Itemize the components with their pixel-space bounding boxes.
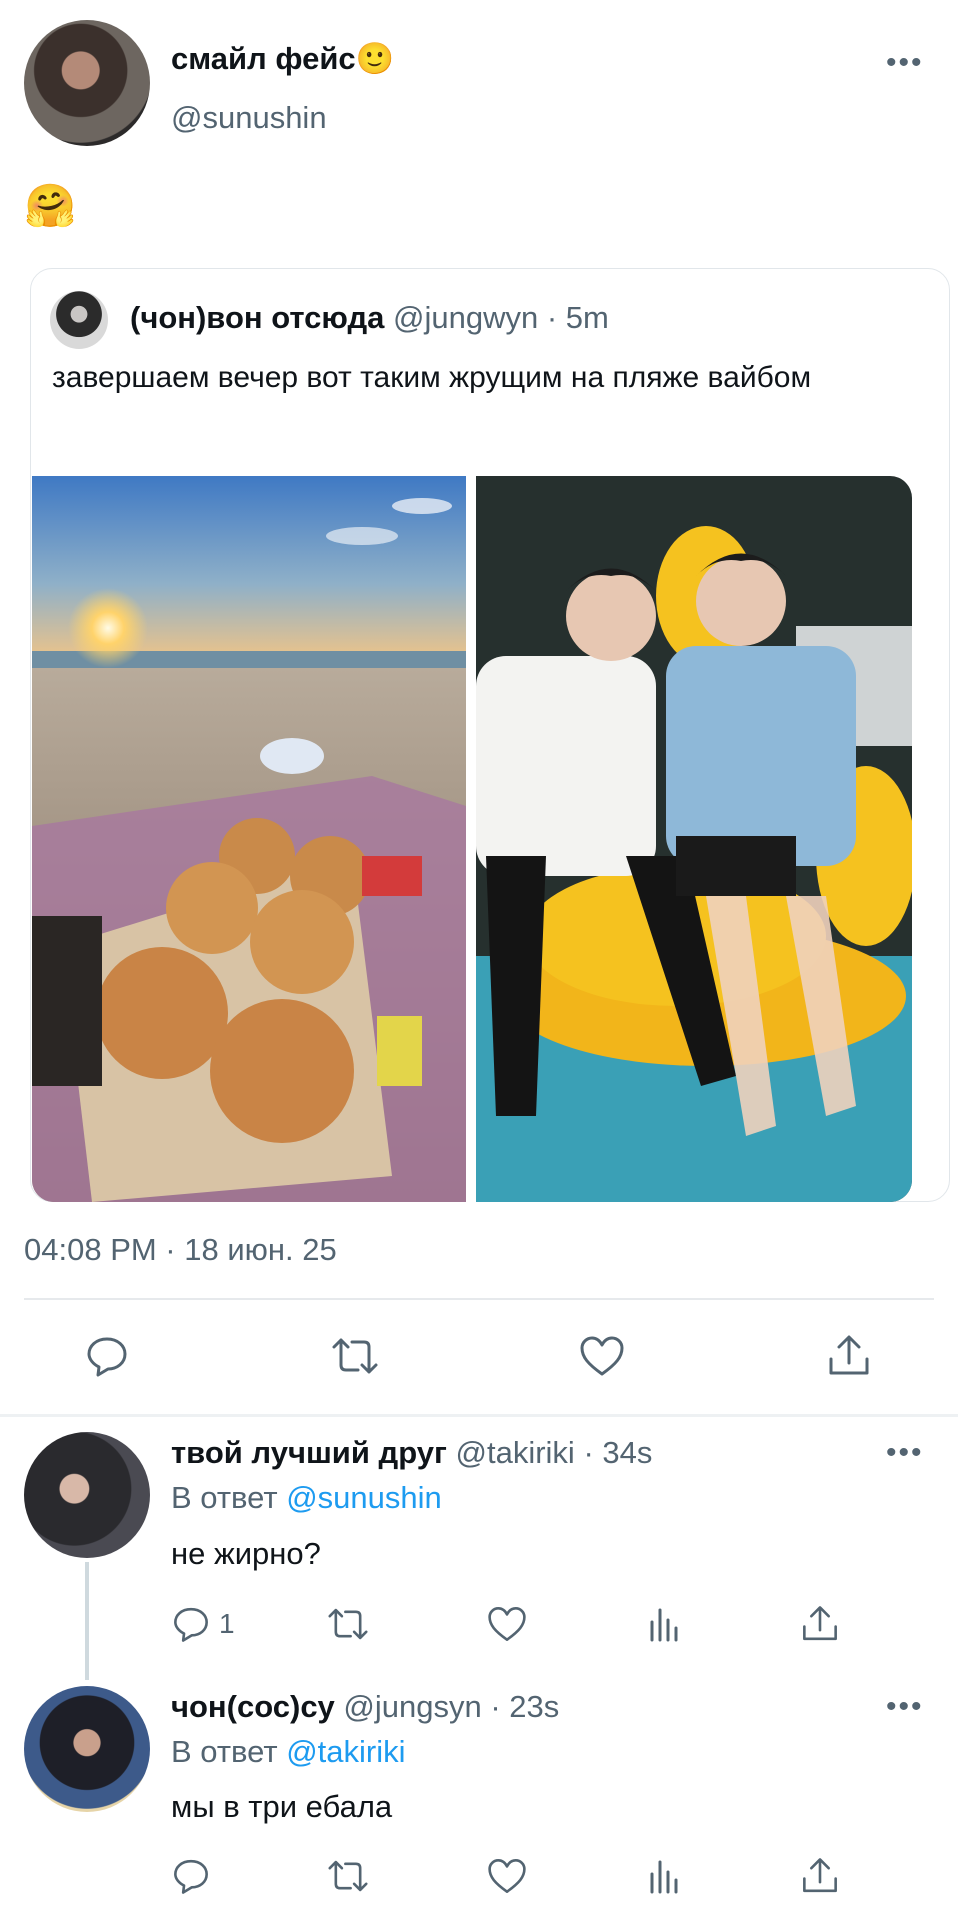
like-icon (488, 1607, 526, 1641)
reply2-like-button[interactable] (486, 1856, 528, 1896)
retweet-button[interactable] (330, 1333, 380, 1379)
reply1-more-icon[interactable]: ••• (886, 1438, 924, 1468)
reply2-author-handle[interactable]: @jungsyn (343, 1689, 481, 1724)
reply1-text: не жирно? (171, 1536, 321, 1571)
more-options-icon[interactable]: ••• (886, 48, 924, 78)
reply1-header: твой лучший друг @takiriki · 34s (171, 1435, 652, 1471)
reply2-reply-prefix: В ответ (171, 1734, 278, 1769)
reply1-author-handle[interactable]: @takiriki (456, 1435, 575, 1470)
reply1-share-button[interactable] (800, 1604, 840, 1644)
reply1-views-button[interactable] (644, 1604, 684, 1644)
retweet-icon (328, 1608, 368, 1640)
section-divider (0, 1414, 958, 1417)
thread-line (85, 1562, 89, 1680)
like-icon (488, 1859, 526, 1893)
reply-icon (174, 1859, 208, 1894)
share-icon (803, 1858, 837, 1893)
reply2-author-name[interactable]: чон(сос)су (171, 1689, 335, 1724)
reply-icon (87, 1337, 127, 1377)
beach-pizza-photo[interactable] (32, 476, 466, 1202)
main-author-name[interactable]: смайл фейс🙂 (171, 40, 394, 77)
reply2-share-button[interactable] (800, 1856, 840, 1896)
reply1-reply-count: 1 (219, 1608, 235, 1639)
like-button[interactable] (578, 1333, 626, 1379)
reply2-author-avatar[interactable] (24, 1686, 150, 1812)
quoted-author-avatar[interactable] (50, 291, 108, 349)
share-icon (829, 1335, 869, 1375)
views-icon (650, 1608, 678, 1642)
reply1-retweet-button[interactable] (326, 1604, 370, 1644)
divider (24, 1298, 934, 1300)
main-tweet-text: 🤗 (24, 182, 77, 229)
views-icon (650, 1860, 678, 1894)
quoted-author-name[interactable]: (чон)вон отсюда (130, 300, 384, 335)
pool-float-photo[interactable] (476, 476, 912, 1202)
reply2-reply-button[interactable] (171, 1856, 211, 1896)
retweet-icon (332, 1338, 378, 1374)
reply1-reply-to: В ответ @sunushin (171, 1480, 442, 1516)
reply2-more-icon[interactable]: ••• (886, 1692, 924, 1722)
reply-icon (174, 1607, 208, 1642)
reply1-author-name[interactable]: твой лучший друг (171, 1435, 447, 1470)
retweet-icon (328, 1860, 368, 1892)
reply2-time: · 23s (490, 1689, 560, 1724)
reply1-reply-to-link[interactable]: @sunushin (286, 1480, 442, 1515)
reply1-author-avatar[interactable] (24, 1432, 150, 1558)
quoted-tweet-time: · 5m (546, 300, 609, 335)
reply2-text: мы в три ебала (171, 1789, 393, 1824)
reply2-reply-to-link[interactable]: @takiriki (286, 1734, 405, 1769)
share-icon (803, 1606, 837, 1641)
reply1-like-button[interactable] (486, 1604, 528, 1644)
reply-button[interactable] (84, 1333, 130, 1379)
main-author-handle[interactable]: @sunushin (171, 100, 327, 136)
reply2-reply-to: В ответ @takiriki (171, 1734, 406, 1770)
photo-gap (466, 476, 476, 1202)
quoted-tweet-text: завершаем вечер вот таким жрущим на пляж… (52, 361, 812, 394)
reply1-reply-button[interactable]: 1 (171, 1604, 235, 1644)
share-button[interactable] (826, 1333, 872, 1379)
reply1-reply-prefix: В ответ (171, 1480, 278, 1515)
tweet-timestamp: 04:08 PM · 18 июн. 25 (24, 1232, 337, 1267)
reply2-retweet-button[interactable] (326, 1856, 370, 1896)
like-icon (580, 1336, 624, 1376)
quoted-author-handle[interactable]: @jungwyn (393, 300, 538, 335)
quoted-tweet-header: (чон)вон отсюда @jungwyn · 5m (130, 300, 609, 336)
reply1-time: · 34s (583, 1435, 653, 1470)
reply2-views-button[interactable] (644, 1856, 684, 1896)
main-author-avatar[interactable] (24, 20, 150, 146)
reply2-header: чон(сос)су @jungsyn · 23s (171, 1689, 559, 1725)
